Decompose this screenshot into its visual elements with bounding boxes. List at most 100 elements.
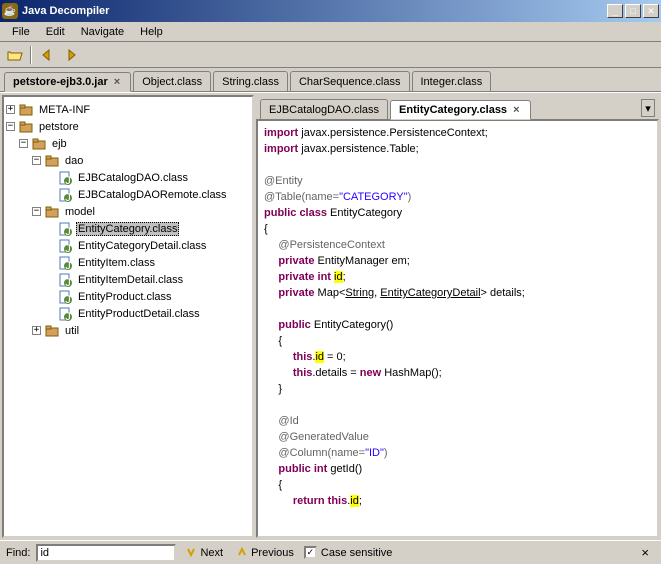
- close-button[interactable]: ✕: [643, 4, 659, 18]
- arrow-down-icon: [186, 547, 196, 559]
- tab-label: String.class: [222, 76, 279, 88]
- class-icon: J: [58, 223, 72, 235]
- tab-label: EntityCategory.class: [399, 104, 507, 116]
- tab-integer-class[interactable]: Integer.class: [412, 71, 492, 91]
- find-close-button[interactable]: ×: [635, 545, 655, 560]
- expander-icon[interactable]: −: [19, 139, 28, 148]
- find-next-button[interactable]: Next: [182, 547, 227, 559]
- minimize-button[interactable]: _: [607, 4, 623, 18]
- svg-text:J: J: [65, 243, 71, 253]
- tree-node[interactable]: JEntityCategoryDetail.class: [6, 237, 250, 254]
- tab-overflow-button[interactable]: ▾: [641, 99, 655, 117]
- code-tab-ejbcatalogdao[interactable]: EJBCatalogDAO.class: [260, 99, 388, 119]
- menu-edit[interactable]: Edit: [38, 24, 73, 40]
- class-icon: J: [58, 257, 72, 269]
- tree-node[interactable]: J EntityProductDetail.class: [6, 305, 250, 322]
- maximize-button[interactable]: □: [625, 4, 641, 18]
- checkbox-icon: ✓: [304, 546, 317, 559]
- tree-node[interactable]: + META-INF: [6, 101, 250, 118]
- package-icon: [45, 155, 59, 167]
- tab-label: CharSequence.class: [299, 76, 401, 88]
- svg-text:J: J: [65, 277, 71, 287]
- expander-icon[interactable]: +: [6, 105, 15, 114]
- close-icon[interactable]: ×: [511, 104, 521, 116]
- svg-text:J: J: [65, 226, 71, 236]
- class-icon: J: [58, 274, 72, 286]
- source-code[interactable]: import javax.persistence.PersistenceCont…: [256, 119, 659, 538]
- menubar: File Edit Navigate Help: [0, 22, 661, 42]
- svg-text:J: J: [65, 192, 71, 202]
- class-icon: J: [58, 189, 72, 201]
- tree-node[interactable]: − ejb: [6, 135, 250, 152]
- find-next-label: Next: [200, 547, 223, 559]
- tree-node-label: ejb: [50, 137, 69, 151]
- expander-icon[interactable]: −: [32, 156, 41, 165]
- open-button[interactable]: [4, 44, 26, 66]
- tree-node[interactable]: −petstore: [6, 118, 250, 135]
- arrow-right-icon: [64, 48, 78, 62]
- svg-text:J: J: [65, 175, 71, 185]
- find-prev-button[interactable]: Previous: [233, 547, 298, 559]
- package-icon: [45, 325, 59, 337]
- tab-label: petstore-ejb3.0.jar: [13, 76, 108, 88]
- tree-node-label: EntityProductDetail.class: [76, 307, 202, 321]
- svg-text:J: J: [65, 294, 71, 304]
- tab-string-class[interactable]: String.class: [213, 71, 288, 91]
- tree-node[interactable]: − model: [6, 203, 250, 220]
- tree-node-label: EJBCatalogDAORemote.class: [76, 188, 229, 202]
- tree-node-label: EntityCategory.class: [76, 222, 179, 236]
- find-input[interactable]: [36, 544, 176, 562]
- expander-icon[interactable]: −: [6, 122, 15, 131]
- tree-node[interactable]: + util: [6, 322, 250, 339]
- find-prev-label: Previous: [251, 547, 294, 559]
- tree-node-label: util: [63, 324, 81, 338]
- expander-icon[interactable]: +: [32, 326, 41, 335]
- main-tab-row: petstore-ejb3.0.jar × Object.class String…: [0, 68, 661, 92]
- window-buttons: _ □ ✕: [607, 4, 659, 18]
- package-icon: [32, 138, 46, 150]
- tree-node-label: EJBCatalogDAO.class: [76, 171, 190, 185]
- tree-node[interactable]: − dao: [6, 152, 250, 169]
- package-tree[interactable]: +META-INF−petstore−ejb−daoJEJBCatalogDAO…: [2, 95, 254, 538]
- tree-node-label: model: [63, 205, 97, 219]
- case-sensitive-checkbox[interactable]: ✓Case sensitive: [304, 546, 393, 559]
- tree-node-label: EntityItem.class: [76, 256, 157, 270]
- find-label: Find:: [6, 547, 30, 559]
- class-icon: J: [58, 172, 72, 184]
- tab-label: Integer.class: [421, 76, 483, 88]
- tree-node[interactable]: J EntityCategory.class: [6, 220, 250, 237]
- tree-node[interactable]: JEntityItemDetail.class: [6, 271, 250, 288]
- svg-text:J: J: [65, 311, 71, 321]
- window-title: Java Decompiler: [22, 5, 607, 17]
- back-button[interactable]: [36, 44, 58, 66]
- expander-icon[interactable]: −: [32, 207, 41, 216]
- folder-open-icon: [7, 48, 23, 62]
- menu-help[interactable]: Help: [132, 24, 171, 40]
- code-tab-entitycategory[interactable]: EntityCategory.class ×: [390, 100, 530, 120]
- tree-node-label: dao: [63, 154, 85, 168]
- close-icon[interactable]: ×: [112, 76, 122, 88]
- class-icon: J: [58, 308, 72, 320]
- tree-node-label: META-INF: [37, 103, 92, 117]
- code-panel: EJBCatalogDAO.class EntityCategory.class…: [256, 95, 659, 538]
- tab-object-class[interactable]: Object.class: [133, 71, 211, 91]
- tree-node[interactable]: J EJBCatalogDAO.class: [6, 169, 250, 186]
- tree-node[interactable]: J EJBCatalogDAORemote.class: [6, 186, 250, 203]
- menu-navigate[interactable]: Navigate: [73, 24, 132, 40]
- tab-charsequence-class[interactable]: CharSequence.class: [290, 71, 410, 91]
- toolbar: [0, 42, 661, 68]
- arrow-left-icon: [40, 48, 54, 62]
- forward-button[interactable]: [60, 44, 82, 66]
- svg-text:J: J: [65, 260, 71, 270]
- class-icon: J: [58, 240, 72, 252]
- tab-petstore-jar[interactable]: petstore-ejb3.0.jar ×: [4, 72, 131, 92]
- tree-node[interactable]: JEntityProduct.class: [6, 288, 250, 305]
- app-icon: ☕: [2, 3, 18, 19]
- tree-node[interactable]: J EntityItem.class: [6, 254, 250, 271]
- arrow-up-icon: [237, 547, 247, 559]
- package-icon: [45, 206, 59, 218]
- tab-label: EJBCatalogDAO.class: [269, 104, 379, 116]
- titlebar: ☕ Java Decompiler _ □ ✕: [0, 0, 661, 22]
- menu-file[interactable]: File: [4, 24, 38, 40]
- code-tab-row: EJBCatalogDAO.class EntityCategory.class…: [256, 95, 659, 119]
